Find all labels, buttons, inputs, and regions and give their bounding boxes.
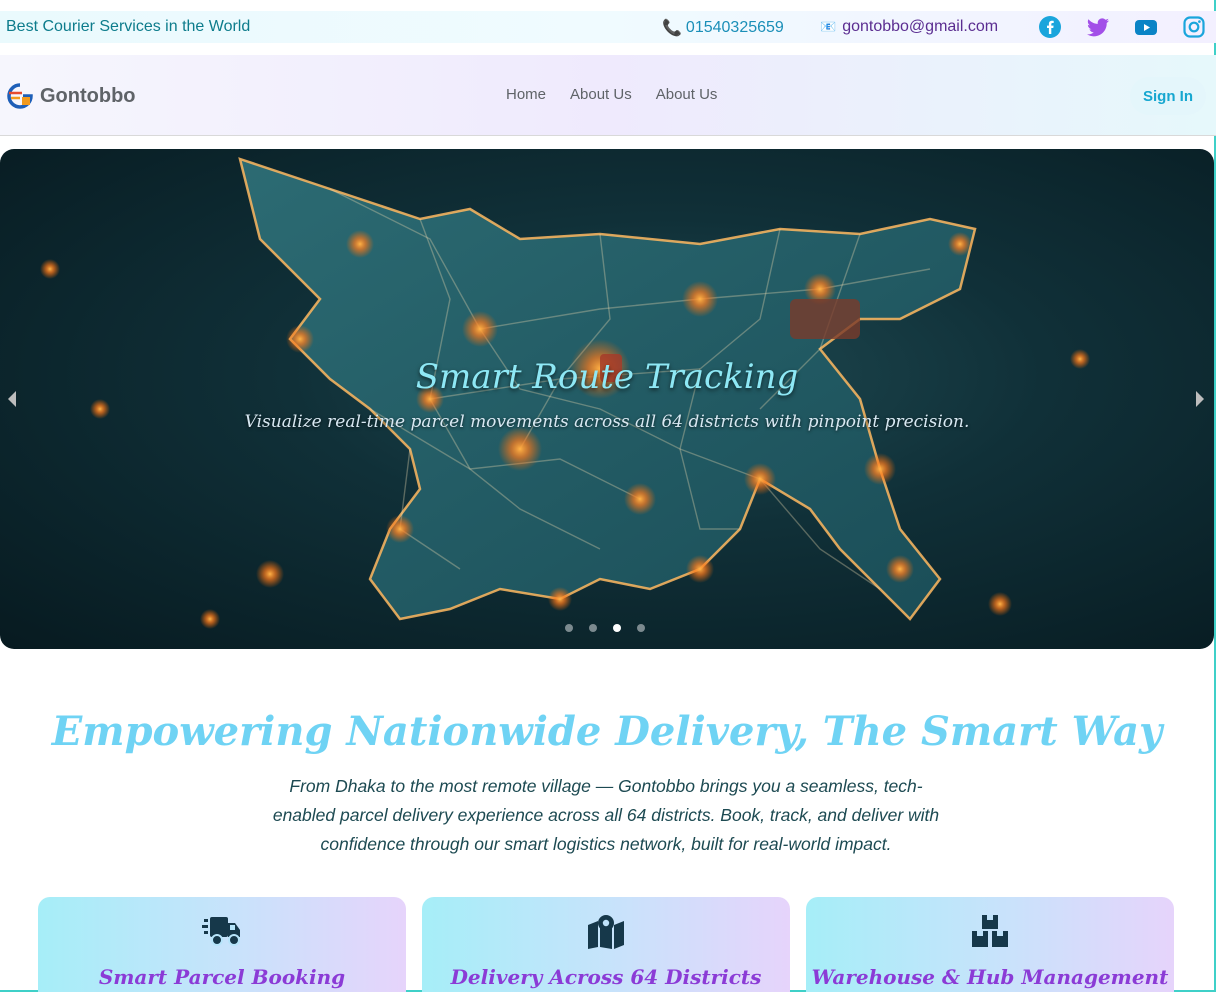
- tagline: Best Courier Services in the World: [6, 18, 251, 35]
- feature-card-districts[interactable]: Delivery Across 64 Districts: [422, 897, 790, 992]
- boxes-icon: [970, 913, 1010, 949]
- feature-card-title: Smart Parcel Booking: [98, 965, 346, 989]
- hero-map-image: [40, 157, 1090, 629]
- intro-text: From Dhaka to the most remote village — …: [272, 776, 940, 854]
- nav-about-us-2[interactable]: About Us: [656, 86, 718, 103]
- carousel-indicators: [565, 624, 645, 632]
- navbar: Gontobbo Home About Us About Us Sign In: [0, 55, 1216, 136]
- carousel-prev-icon[interactable]: [8, 391, 16, 407]
- carousel-dot-3[interactable]: [613, 624, 621, 632]
- hero-carousel: Smart Route Tracking Visualize real-time…: [0, 149, 1214, 649]
- feature-card-warehouse[interactable]: Warehouse & Hub Management: [806, 897, 1174, 992]
- hero-title: Smart Route Tracking: [415, 357, 799, 397]
- intro-title: Empowering Nationwide Delivery, The Smar…: [51, 708, 1163, 755]
- instagram-icon[interactable]: [1182, 15, 1206, 39]
- sign-in-button[interactable]: Sign In: [1130, 77, 1206, 115]
- carousel-dot-4[interactable]: [637, 624, 645, 632]
- feature-card-title: Warehouse & Hub Management: [811, 965, 1169, 989]
- nav-home[interactable]: Home: [506, 86, 546, 103]
- facebook-icon[interactable]: [1038, 15, 1062, 39]
- top-bar: Best Courier Services in the World 📞 015…: [0, 11, 1216, 43]
- twitter-icon[interactable]: [1086, 15, 1110, 39]
- feature-card-booking[interactable]: Smart Parcel Booking: [38, 897, 406, 992]
- email-link[interactable]: 📧 gontobbo@gmail.com: [820, 18, 998, 36]
- carousel-next-icon[interactable]: [1196, 391, 1204, 407]
- youtube-icon[interactable]: [1134, 15, 1158, 39]
- map-icon: [586, 913, 626, 949]
- nav-about-us[interactable]: About Us: [570, 86, 632, 103]
- feature-card-title: Delivery Across 64 Districts: [450, 965, 762, 989]
- email-icon: 📧: [820, 19, 837, 34]
- hero-subtitle: Visualize real-time parcel movements acr…: [244, 412, 970, 432]
- truck-icon: [202, 913, 242, 949]
- phone-number: 01540325659: [685, 19, 784, 36]
- brand-name[interactable]: Gontobbo: [40, 85, 136, 108]
- phone-icon: 📞: [662, 20, 682, 37]
- logo-icon[interactable]: [6, 83, 34, 109]
- carousel-dot-2[interactable]: [589, 624, 597, 632]
- email-address: gontobbo@gmail.com: [842, 18, 999, 35]
- carousel-dot-1[interactable]: [565, 624, 573, 632]
- phone-link[interactable]: 📞 01540325659: [662, 18, 784, 38]
- nav-links: Home About Us About Us: [506, 86, 717, 103]
